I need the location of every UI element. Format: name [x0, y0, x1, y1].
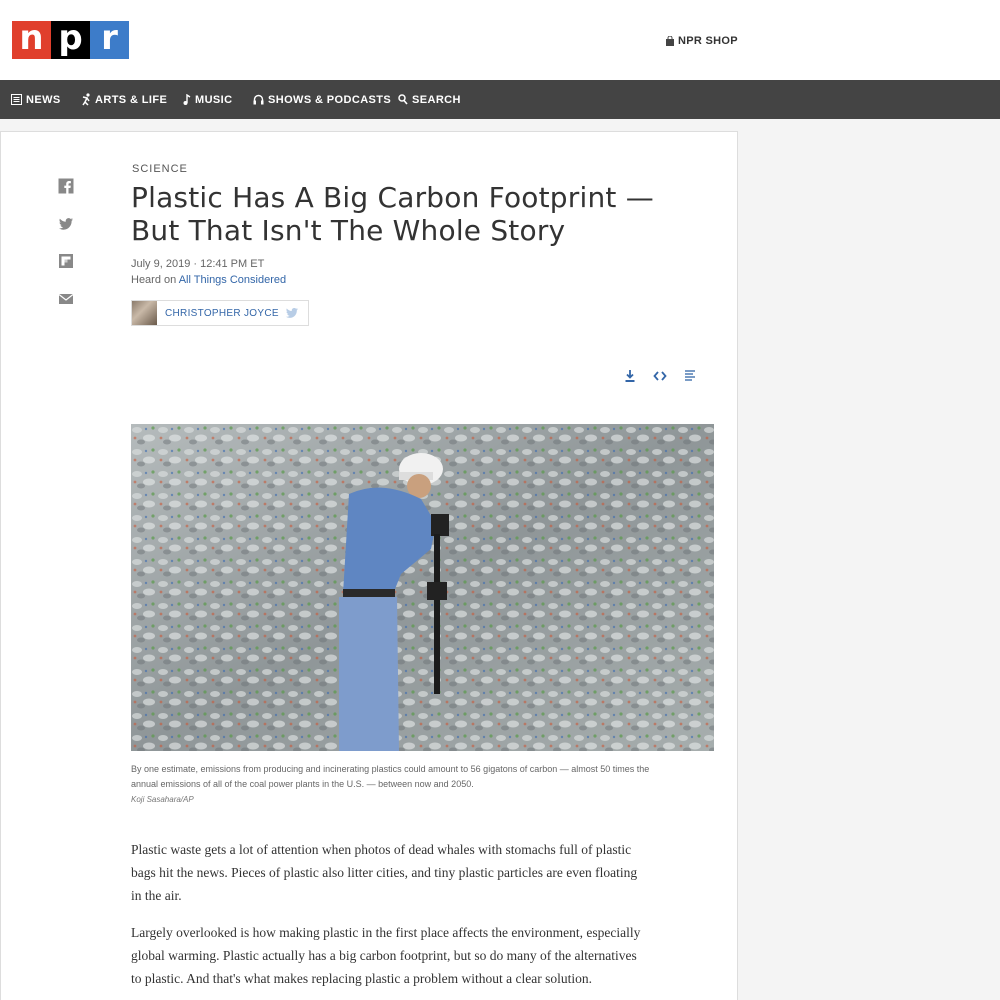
- nav-item-news[interactable]: NEWS: [11, 80, 61, 119]
- article-headline: Plastic Has A Big Carbon Footprint — But…: [131, 181, 654, 247]
- heard-on: Heard on All Things Considered: [131, 274, 286, 286]
- article-date: July 9, 2019 · 12:41 PM ET: [131, 258, 265, 270]
- shopping-bag-icon: [666, 36, 674, 46]
- article-photo[interactable]: [131, 424, 714, 751]
- flipboard-icon[interactable]: [58, 253, 74, 269]
- download-icon[interactable]: [624, 369, 636, 383]
- author-byline[interactable]: CHRISTOPHER JOYCE: [131, 300, 309, 326]
- shop-label: NPR SHOP: [678, 35, 738, 47]
- nav-item-music[interactable]: MUSIC: [183, 80, 232, 119]
- body-paragraph: Largely overlooked is how making plastic…: [131, 925, 641, 986]
- npr-shop-link[interactable]: NPR SHOP: [665, 35, 738, 47]
- arts-icon: [82, 93, 90, 106]
- twitter-icon[interactable]: [58, 216, 74, 232]
- npr-logo[interactable]: n p r: [12, 21, 129, 59]
- photo-caption: By one estimate, emissions from producin…: [131, 764, 650, 789]
- body-paragraph: Plastic waste gets a lot of attention wh…: [131, 842, 638, 903]
- avatar: [132, 301, 157, 325]
- logo-letter-n: n: [12, 21, 51, 59]
- heard-on-prefix: Heard on: [131, 274, 179, 286]
- nav-label: ARTS & LIFE: [95, 93, 168, 106]
- logo-letter-r: r: [90, 21, 129, 59]
- transcript-icon[interactable]: [684, 369, 696, 383]
- nav-item-search[interactable]: SEARCH: [398, 80, 461, 119]
- news-icon: [11, 94, 22, 105]
- twitter-icon[interactable]: [285, 307, 299, 319]
- nav-label: SEARCH: [412, 93, 461, 106]
- nav-label: MUSIC: [195, 93, 233, 106]
- nav-item-shows-podcasts[interactable]: SHOWS & PODCASTS: [253, 80, 391, 119]
- top-header: n p r NPR SHOP: [0, 0, 1000, 80]
- music-icon: [183, 94, 191, 105]
- nav-label: SHOWS & PODCASTS: [268, 93, 392, 106]
- nav-item-arts-life[interactable]: ARTS & LIFE: [81, 80, 167, 119]
- section-slug[interactable]: SCIENCE: [132, 163, 188, 175]
- search-icon: [398, 94, 408, 105]
- show-link[interactable]: All Things Considered: [179, 274, 286, 286]
- embed-icon[interactable]: [653, 369, 667, 383]
- main-nav: NEWS ARTS & LIFE MUSIC SHOWS & PODCASTS …: [0, 80, 1000, 119]
- author-name[interactable]: CHRISTOPHER JOYCE: [165, 308, 283, 319]
- email-icon[interactable]: [58, 291, 74, 307]
- plastic-bottles-worker-image: [131, 424, 714, 751]
- facebook-icon[interactable]: [58, 178, 74, 194]
- photo-credit: Koji Sasahara/AP: [131, 795, 194, 804]
- headphones-icon: [253, 94, 264, 105]
- nav-label: NEWS: [26, 93, 61, 106]
- logo-letter-p: p: [51, 21, 90, 59]
